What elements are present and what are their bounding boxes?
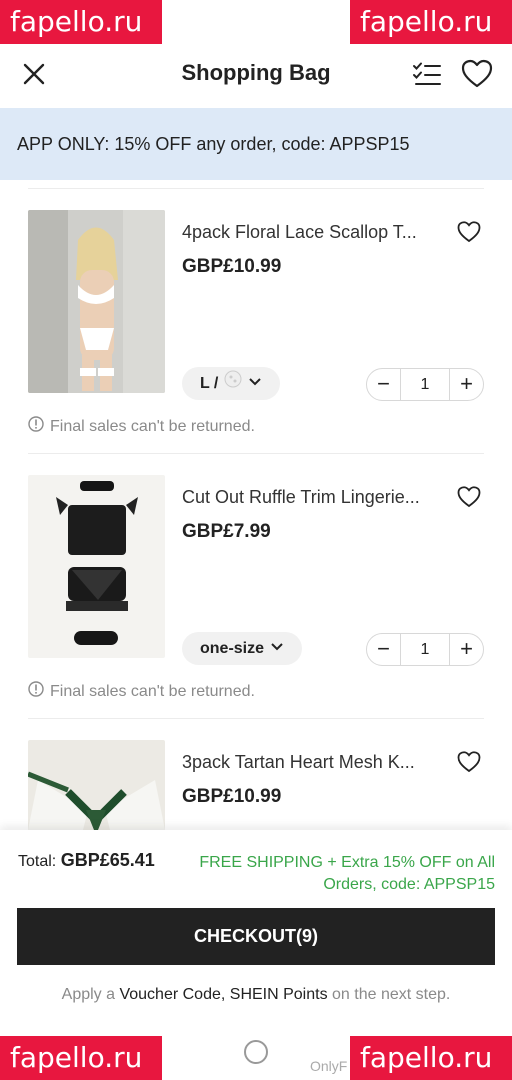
product-name[interactable]: Cut Out Ruffle Trim Lingerie... bbox=[182, 487, 442, 508]
note-highlight: Voucher Code, SHEIN Points bbox=[119, 986, 328, 1003]
quantity-value[interactable]: 1 bbox=[400, 633, 450, 666]
watermark-logo: fapello.ru bbox=[0, 0, 162, 44]
watermark-logo: fapello.ru bbox=[350, 1036, 512, 1080]
variant-selector[interactable]: L / bbox=[182, 367, 281, 400]
wishlist-heart-icon[interactable] bbox=[460, 58, 494, 90]
product-image[interactable] bbox=[28, 475, 165, 658]
promo-banner[interactable]: APP ONLY: 15% OFF any order, code: APPSP… bbox=[0, 108, 512, 180]
watermark-text: OnlyF bbox=[310, 1058, 348, 1074]
increase-button[interactable]: + bbox=[450, 368, 483, 401]
heart-icon[interactable] bbox=[456, 485, 482, 509]
home-button-icon[interactable] bbox=[244, 1040, 268, 1064]
decrease-button[interactable]: − bbox=[367, 633, 400, 666]
product-price: GBP£7.99 bbox=[182, 521, 271, 542]
total-amount: GBP£65.41 bbox=[60, 850, 155, 870]
increase-button[interactable]: + bbox=[450, 633, 483, 666]
note-suffix: on the next step. bbox=[332, 986, 451, 1003]
final-sale-notice: Final sales can't be returned. bbox=[28, 681, 255, 702]
product-price: GBP£10.99 bbox=[182, 256, 282, 277]
checkout-footer: Total: GBP£65.41 FREE SHIPPING + Extra 1… bbox=[0, 830, 512, 1030]
chevron-down-icon bbox=[270, 632, 284, 665]
note-prefix: Apply a bbox=[61, 986, 116, 1003]
notice-text: Final sales can't be returned. bbox=[50, 682, 255, 700]
total-label: Total: bbox=[18, 853, 57, 870]
checklist-icon[interactable] bbox=[410, 58, 444, 90]
checkout-button[interactable]: CHECKOUT(9) bbox=[17, 908, 495, 965]
shipping-promo: FREE SHIPPING + Extra 15% OFF on All Ord… bbox=[199, 854, 495, 893]
variant-label: L / bbox=[200, 375, 219, 392]
quantity-value[interactable]: 1 bbox=[400, 368, 450, 401]
quantity-stepper[interactable]: − 1 + bbox=[366, 368, 484, 401]
cart-item: Cut Out Ruffle Trim Lingerie... GBP£7.99… bbox=[28, 453, 484, 719]
heart-icon[interactable] bbox=[456, 750, 482, 774]
info-icon bbox=[28, 416, 44, 437]
order-total: Total: GBP£65.41 bbox=[18, 850, 155, 871]
variant-label: one-size bbox=[200, 640, 265, 657]
cart-item: 4pack Floral Lace Scallop T... GBP£10.99… bbox=[28, 188, 484, 454]
watermark-logo: fapello.ru bbox=[0, 1036, 162, 1080]
variant-selector[interactable]: one-size bbox=[182, 632, 303, 665]
chevron-down-icon bbox=[248, 367, 262, 400]
product-price: GBP£10.99 bbox=[182, 786, 282, 807]
product-image[interactable] bbox=[28, 740, 165, 830]
top-app-bar: Shopping Bag bbox=[0, 46, 512, 104]
watermark-logo: fapello.ru bbox=[350, 0, 512, 44]
notice-text: Final sales can't be returned. bbox=[50, 417, 255, 435]
heart-icon[interactable] bbox=[456, 220, 482, 244]
color-swatch-icon bbox=[224, 367, 242, 400]
product-name[interactable]: 3pack Tartan Heart Mesh K... bbox=[182, 752, 442, 773]
final-sale-notice: Final sales can't be returned. bbox=[28, 416, 255, 437]
cart-list: 4pack Floral Lace Scallop T... GBP£10.99… bbox=[10, 180, 500, 830]
decrease-button[interactable]: − bbox=[367, 368, 400, 401]
voucher-note: Apply a Voucher Code, SHEIN Points on th… bbox=[0, 986, 512, 1004]
product-name[interactable]: 4pack Floral Lace Scallop T... bbox=[182, 222, 442, 243]
info-icon bbox=[28, 681, 44, 702]
quantity-stepper[interactable]: − 1 + bbox=[366, 633, 484, 666]
product-image[interactable] bbox=[28, 210, 165, 393]
cart-item: 3pack Tartan Heart Mesh K... GBP£10.99 bbox=[28, 718, 484, 830]
